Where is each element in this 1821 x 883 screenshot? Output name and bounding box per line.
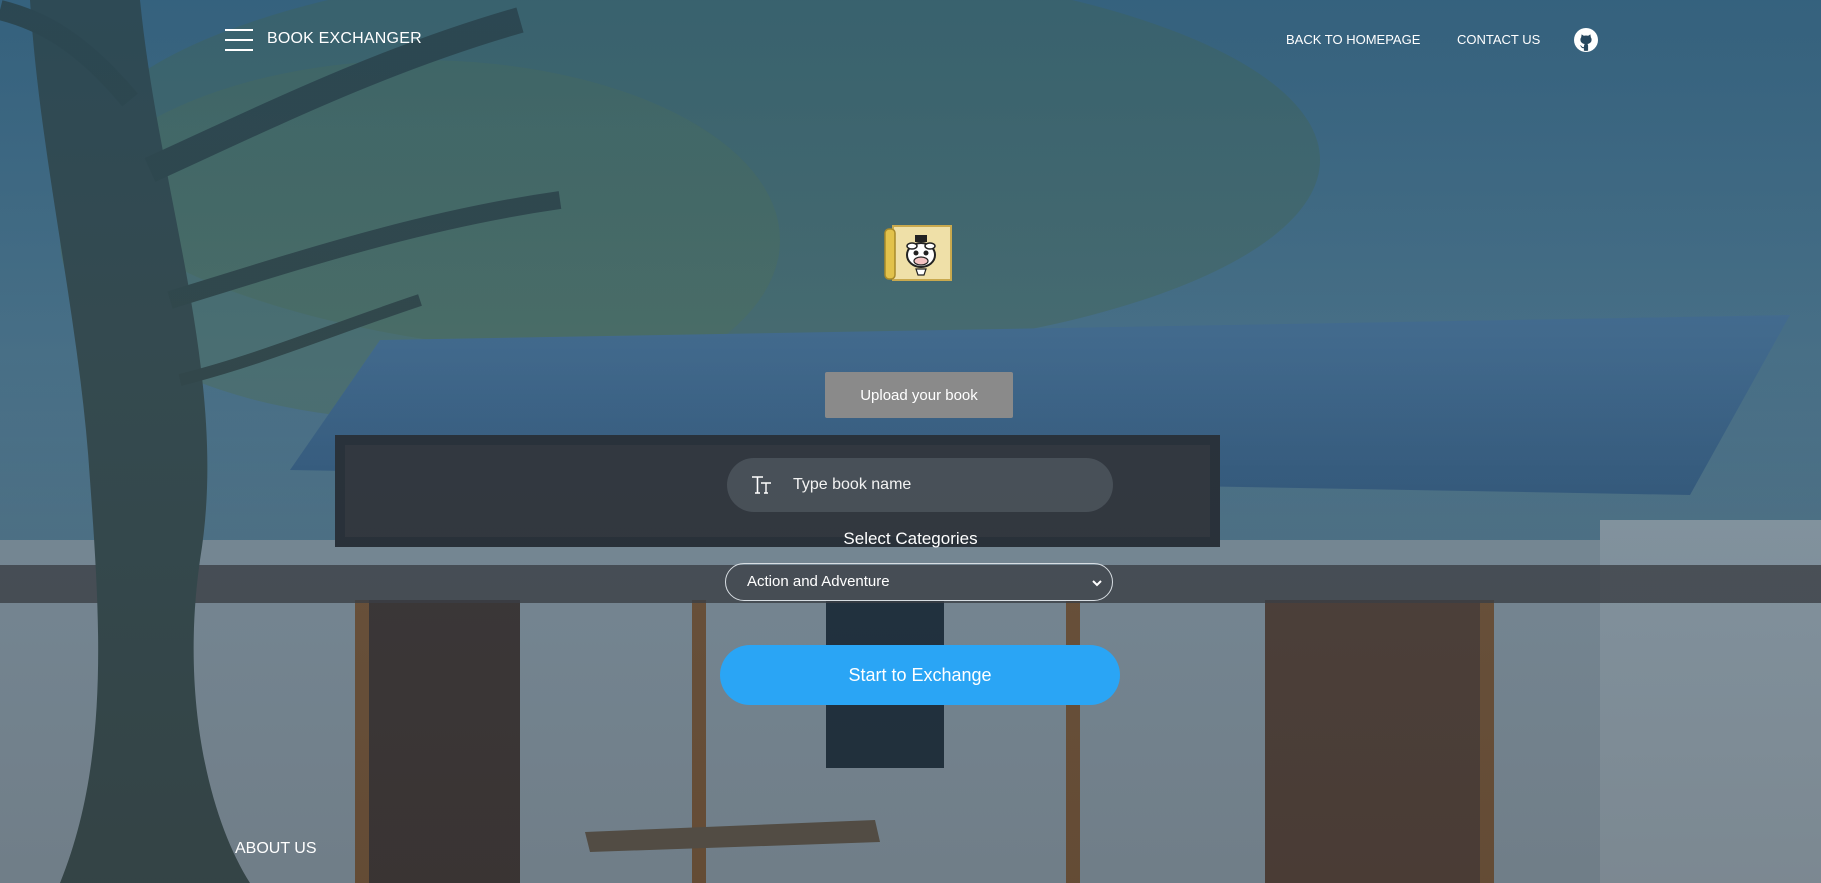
text-format-icon [750, 473, 774, 497]
page: BOOK EXCHANGER BACK TO HOMEPAGE CONTACT … [0, 0, 1821, 883]
hamburger-menu-icon[interactable] [225, 29, 253, 51]
back-to-homepage-link[interactable]: BACK TO HOMEPAGE [1286, 32, 1420, 47]
start-exchange-button[interactable]: Start to Exchange [720, 645, 1120, 705]
about-us-link[interactable]: ABOUT US [235, 840, 317, 858]
contact-us-link[interactable]: CONTACT US [1457, 32, 1540, 47]
background-overlay [0, 0, 1821, 883]
brand-title[interactable]: BOOK EXCHANGER [267, 30, 422, 48]
chevron-down-icon [1090, 576, 1104, 590]
category-select[interactable]: Action and Adventure [725, 563, 1113, 601]
top-navbar: BOOK EXCHANGER BACK TO HOMEPAGE CONTACT … [0, 0, 1821, 80]
github-icon[interactable] [1574, 28, 1598, 52]
book-name-input[interactable] [793, 458, 1093, 512]
upload-book-button[interactable]: Upload your book [825, 372, 1013, 418]
cow-scroll-logo [883, 223, 955, 283]
select-categories-label: Select Categories [843, 529, 978, 548]
category-select-value: Action and Adventure [747, 573, 890, 590]
book-name-field[interactable] [727, 458, 1113, 512]
